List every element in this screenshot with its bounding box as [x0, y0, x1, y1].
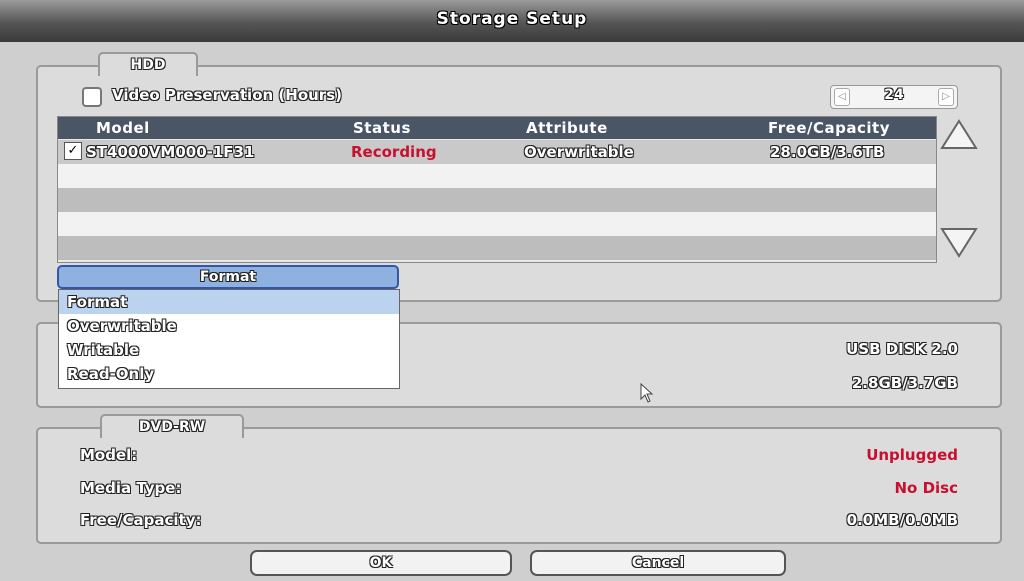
dropdown-option-read-only[interactable]: Read-Only: [59, 362, 399, 386]
tab-hdd-cover: HDD: [98, 52, 198, 76]
cell-capacity: 28.0GB/3.6TB: [770, 143, 885, 161]
hours-stepper[interactable]: ◁ 24 ▷: [830, 85, 958, 109]
tab-dvd-rw: DVD-RW: [100, 414, 244, 438]
tab-hdd-label-top: HDD: [130, 57, 166, 73]
video-preservation-checkbox[interactable]: [82, 87, 102, 107]
column-header-capacity: Free/Capacity: [768, 119, 890, 137]
ok-button-label: OK: [369, 555, 393, 571]
ok-button[interactable]: OK: [250, 550, 512, 576]
increment-arrow-icon[interactable]: ▷: [938, 88, 954, 106]
table-row[interactable]: ✓ ST4000VM000-1F31 Recording Overwritabl…: [58, 140, 936, 164]
window-title: Storage Setup: [436, 9, 588, 29]
table-row: [58, 212, 936, 236]
cell-status: Recording: [351, 143, 437, 161]
usb-capacity-value: 2.8GB/3.7GB: [851, 374, 958, 392]
format-button[interactable]: Format: [57, 265, 399, 289]
scroll-down-icon[interactable]: [940, 227, 978, 259]
column-header-attribute: Attribute: [526, 119, 608, 137]
hdd-table: Model Status Attribute Free/Capacity ✓ S…: [57, 116, 937, 263]
table-row: [58, 164, 936, 188]
hours-value: 24: [884, 87, 904, 103]
format-dropdown-menu: Format Overwritable Writable Read-Only: [58, 289, 400, 389]
dvd-capacity-value: 0.0MB/0.0MB: [846, 511, 958, 529]
decrement-arrow-icon[interactable]: ◁: [834, 88, 850, 106]
tab-dvd-rw-label: DVD-RW: [138, 419, 206, 435]
dvd-capacity-label: Free/Capacity:: [80, 511, 202, 529]
table-header: Model Status Attribute Free/Capacity: [58, 117, 936, 139]
format-button-label: Format: [199, 269, 257, 285]
table-row: [58, 236, 936, 260]
dvd-model-label: Model:: [80, 446, 138, 464]
cancel-button[interactable]: Cancel: [530, 550, 786, 576]
dropdown-option-writable[interactable]: Writable: [59, 338, 399, 362]
title-bar: Storage Setup: [0, 0, 1024, 42]
cancel-button-label: Cancel: [631, 555, 685, 571]
usb-model-value: USB DISK 2.0: [846, 340, 958, 358]
dropdown-option-format[interactable]: Format: [59, 290, 399, 314]
row-check-icon[interactable]: ✓: [64, 142, 82, 160]
column-header-model: Model: [96, 119, 150, 137]
cell-attribute: Overwritable: [524, 143, 634, 161]
dropdown-option-overwritable[interactable]: Overwritable: [59, 314, 399, 338]
dvd-model-value: Unplugged: [866, 446, 958, 464]
dvd-media-type-label: Media Type:: [80, 479, 182, 497]
cell-model: ST4000VM000-1F31: [86, 143, 255, 161]
dvd-media-type-value: No Disc: [894, 479, 959, 497]
scroll-up-icon[interactable]: [940, 118, 978, 150]
mouse-cursor-icon: [640, 383, 654, 403]
column-header-status: Status: [353, 119, 411, 137]
video-preservation-label: Video Preservation (Hours): [112, 86, 342, 104]
table-row: [58, 188, 936, 212]
